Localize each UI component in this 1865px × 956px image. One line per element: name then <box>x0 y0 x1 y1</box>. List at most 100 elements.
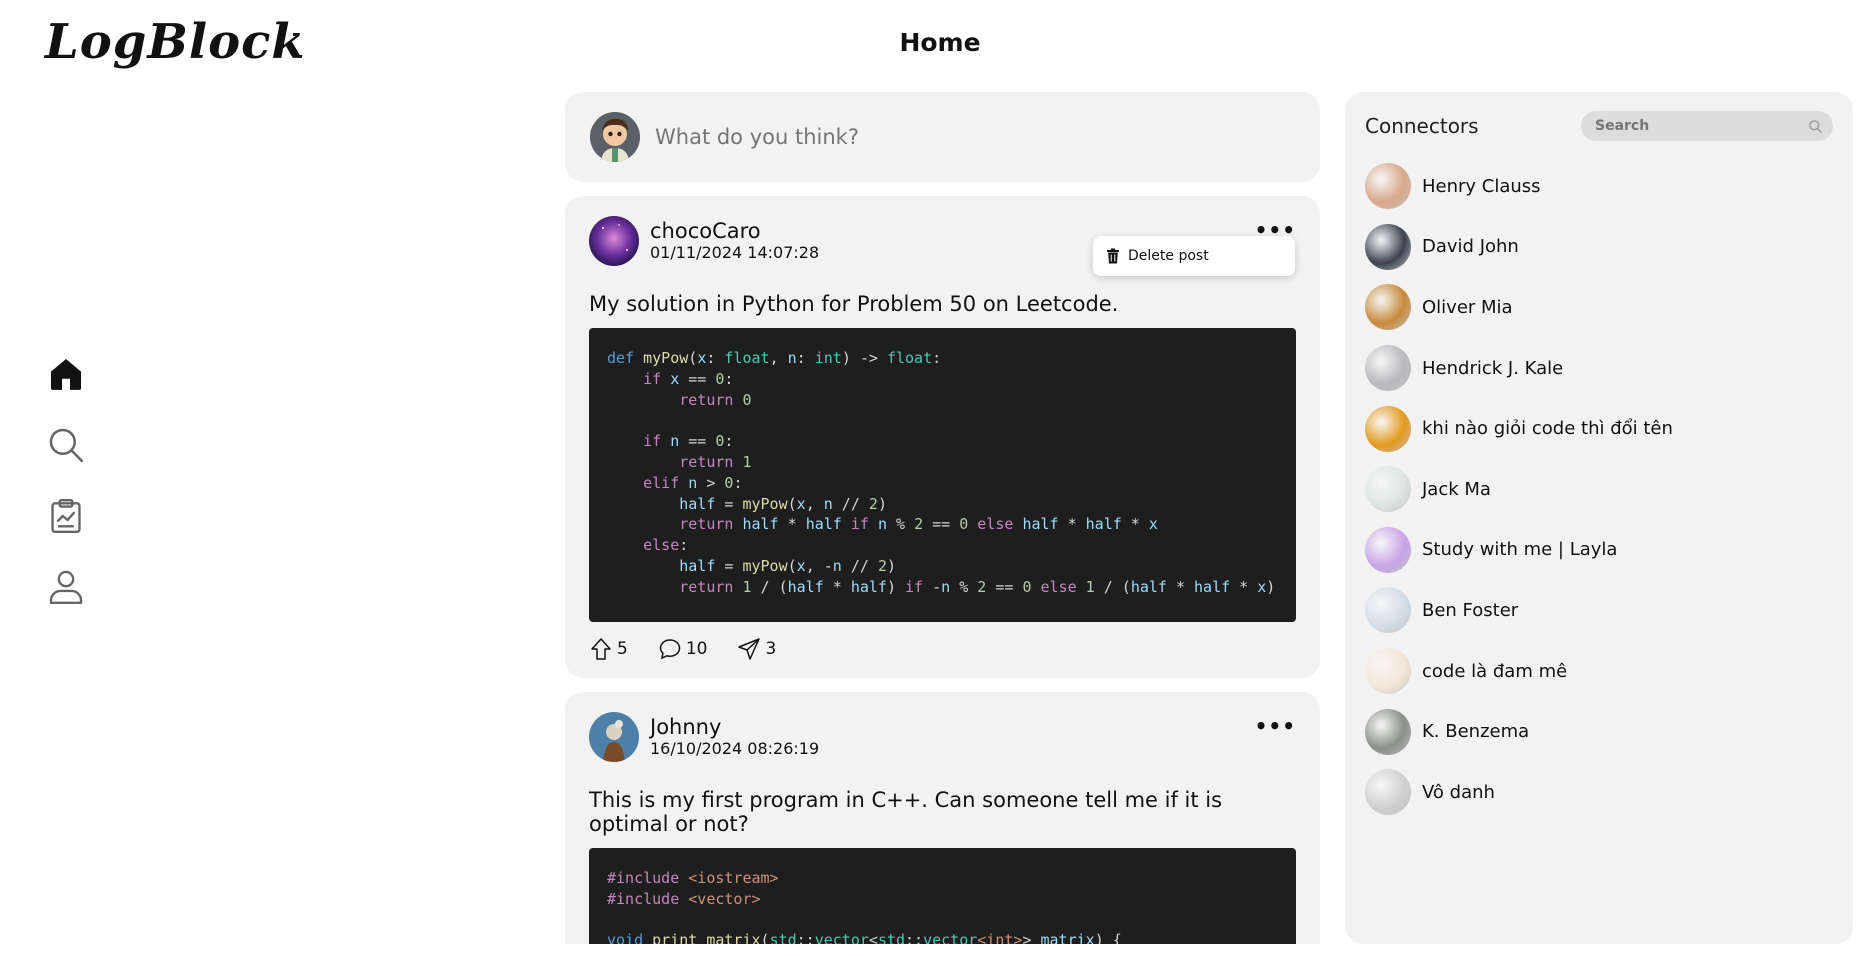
post-options-menu[interactable]: Delete post <box>1093 236 1295 276</box>
connector-name: code là đam mê <box>1422 660 1568 682</box>
avatar <box>1365 284 1411 331</box>
connector-item[interactable]: code là đam mê <box>1365 641 1833 702</box>
connector-search-input[interactable] <box>1595 118 1808 134</box>
avatar <box>1365 587 1411 634</box>
feed: chocoCaro 01/11/2024 14:07:28 ••• Delete… <box>565 92 1320 944</box>
code-line: return half * half if n % 2 == 0 else ha… <box>679 515 1158 534</box>
code-line: return 1 <box>679 452 752 471</box>
share-count: 3 <box>765 638 777 659</box>
connector-item[interactable]: K. Benzema <box>1365 701 1833 762</box>
connector-name: Vô danh <box>1422 781 1495 803</box>
user-icon <box>49 570 83 605</box>
connector-search <box>1581 111 1833 141</box>
post-card: chocoCaro 01/11/2024 14:07:28 ••• Delete… <box>565 196 1320 678</box>
nav-search[interactable] <box>44 423 88 467</box>
more-options-button[interactable]: ••• <box>1255 714 1296 738</box>
composer-input[interactable] <box>655 125 1255 149</box>
code-line: else: <box>643 536 689 555</box>
avatar <box>1365 769 1411 816</box>
code-line: #include <vector> <box>607 889 761 908</box>
clipboard-chart-icon <box>51 498 81 534</box>
connector-item[interactable]: Hendrick J. Kale <box>1365 338 1833 399</box>
nav-home[interactable] <box>44 352 88 396</box>
avatar <box>1365 163 1411 210</box>
connector-name: Henry Clauss <box>1422 175 1541 197</box>
code-line: elif n > 0: <box>643 473 743 492</box>
connector-item[interactable]: Study with me | Layla <box>1365 520 1833 581</box>
app-logo[interactable]: LogBlock <box>45 14 306 70</box>
avatar[interactable] <box>589 712 639 762</box>
delete-post-label: Delete post <box>1128 248 1209 264</box>
avatar <box>1365 345 1411 392</box>
post-text: My solution in Python for Problem 50 on … <box>589 292 1119 316</box>
post-header: Johnny 16/10/2024 08:26:19 <box>589 712 1296 762</box>
comment-icon <box>659 638 681 659</box>
code-line: return 0 <box>679 390 752 409</box>
upvote-count: 5 <box>617 638 628 659</box>
post-author[interactable]: Johnny <box>650 715 819 739</box>
connector-item[interactable]: Oliver Mia <box>1365 277 1833 338</box>
connectors-panel: Connectors Henry Clauss David John Oliver … <box>1345 92 1853 944</box>
avatar <box>1365 405 1411 452</box>
code-line: half = myPow(x, -n // 2) <box>679 556 896 575</box>
connector-name: Hendrick J. Kale <box>1422 357 1564 379</box>
post-timestamp: 01/11/2024 14:07:28 <box>650 243 820 262</box>
post-composer[interactable] <box>565 92 1320 182</box>
code-line: if n == 0: <box>643 432 734 451</box>
connectors-header: Connectors <box>1365 110 1833 142</box>
avatar <box>1365 526 1411 573</box>
code-block: #include <iostream> #include <vector> voi… <box>589 848 1296 944</box>
share-button[interactable]: 3 <box>737 637 776 661</box>
post-actions: 5 10 3 <box>589 636 1296 662</box>
code-line: return 1 / (half * half) if -n % 2 == 0 … <box>679 577 1276 596</box>
avatar <box>1365 223 1411 270</box>
connector-name: Oliver Mia <box>1422 296 1513 318</box>
post-timestamp: 16/10/2024 08:26:19 <box>650 739 820 758</box>
avatar[interactable] <box>589 216 639 266</box>
connector-name: K. Benzema <box>1422 721 1530 743</box>
author-block: Johnny 16/10/2024 08:26:19 <box>650 715 819 759</box>
author-block: chocoCaro 01/11/2024 14:07:28 <box>650 219 819 263</box>
connector-item[interactable]: khi nào giỏi code thì đổi tên <box>1365 398 1833 459</box>
post-author[interactable]: chocoCaro <box>650 219 819 243</box>
avatar <box>1365 466 1411 513</box>
connector-list: Henry Clauss David John Oliver Mia Hendrick… <box>1365 156 1833 823</box>
side-nav <box>44 352 88 636</box>
connector-name: khi nào giỏi code thì đổi tên <box>1422 418 1673 440</box>
code-line: def myPow(x: float, n: int) -> float: <box>607 349 942 367</box>
page-title: Home <box>899 28 981 57</box>
comment-count: 10 <box>685 638 708 659</box>
code-line: void print_matrix(std::vector<std::vecto… <box>607 931 1122 944</box>
connector-item[interactable]: David John <box>1365 217 1833 278</box>
upvote-button[interactable]: 5 <box>589 637 628 661</box>
app-root: LogBlock Home What do you think? chocoCa… <box>0 0 1865 956</box>
nav-profile[interactable] <box>44 565 88 609</box>
connector-name: Ben Foster <box>1422 599 1519 621</box>
connector-name: David John <box>1422 236 1519 258</box>
avatar <box>590 112 640 162</box>
home-icon <box>50 358 82 390</box>
post-card: Johnny 16/10/2024 08:26:19 ••• This is m… <box>565 692 1320 944</box>
avatar <box>1365 708 1411 755</box>
connector-item[interactable]: Jack Ma <box>1365 459 1833 520</box>
code-line: #include <iostream> <box>607 869 779 887</box>
nav-tasks[interactable] <box>44 494 88 538</box>
connector-item[interactable]: Henry Clauss <box>1365 156 1833 217</box>
connector-name: Study with me | Layla <box>1422 539 1618 561</box>
connector-item[interactable]: Vô danh <box>1365 762 1833 823</box>
post-text: This is my first program in C++. Can som… <box>589 788 1223 836</box>
connector-item[interactable]: Ben Foster <box>1365 580 1833 641</box>
trash-icon <box>1107 248 1119 264</box>
avatar <box>1365 648 1411 695</box>
upvote-arrow-icon <box>591 637 611 660</box>
connector-name: Jack Ma <box>1422 478 1491 500</box>
search-icon[interactable] <box>1808 119 1823 134</box>
send-icon <box>738 637 761 660</box>
connectors-title: Connectors <box>1365 114 1479 138</box>
code-block: def myPow(x: float, n: int) -> float: if… <box>589 328 1296 622</box>
comment-button[interactable]: 10 <box>658 637 708 661</box>
code-line: half = myPow(x, n // 2) <box>679 494 887 513</box>
search-icon <box>49 428 84 463</box>
